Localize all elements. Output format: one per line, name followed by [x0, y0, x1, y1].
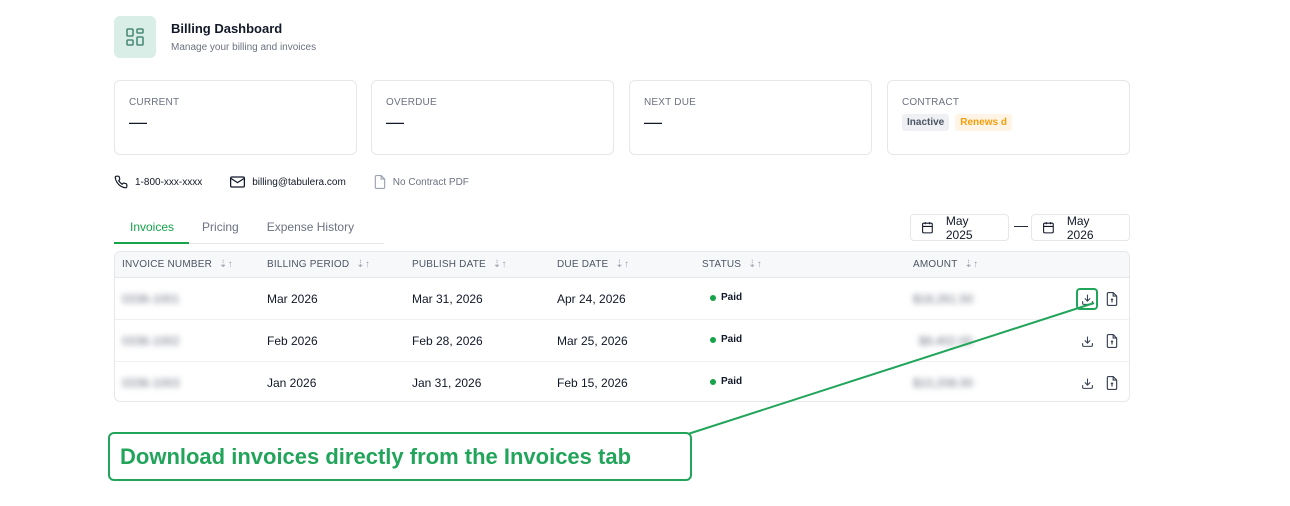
callout-connector: [687, 302, 1095, 435]
tutorial-callout: Download invoices directly from the Invo…: [108, 432, 692, 481]
